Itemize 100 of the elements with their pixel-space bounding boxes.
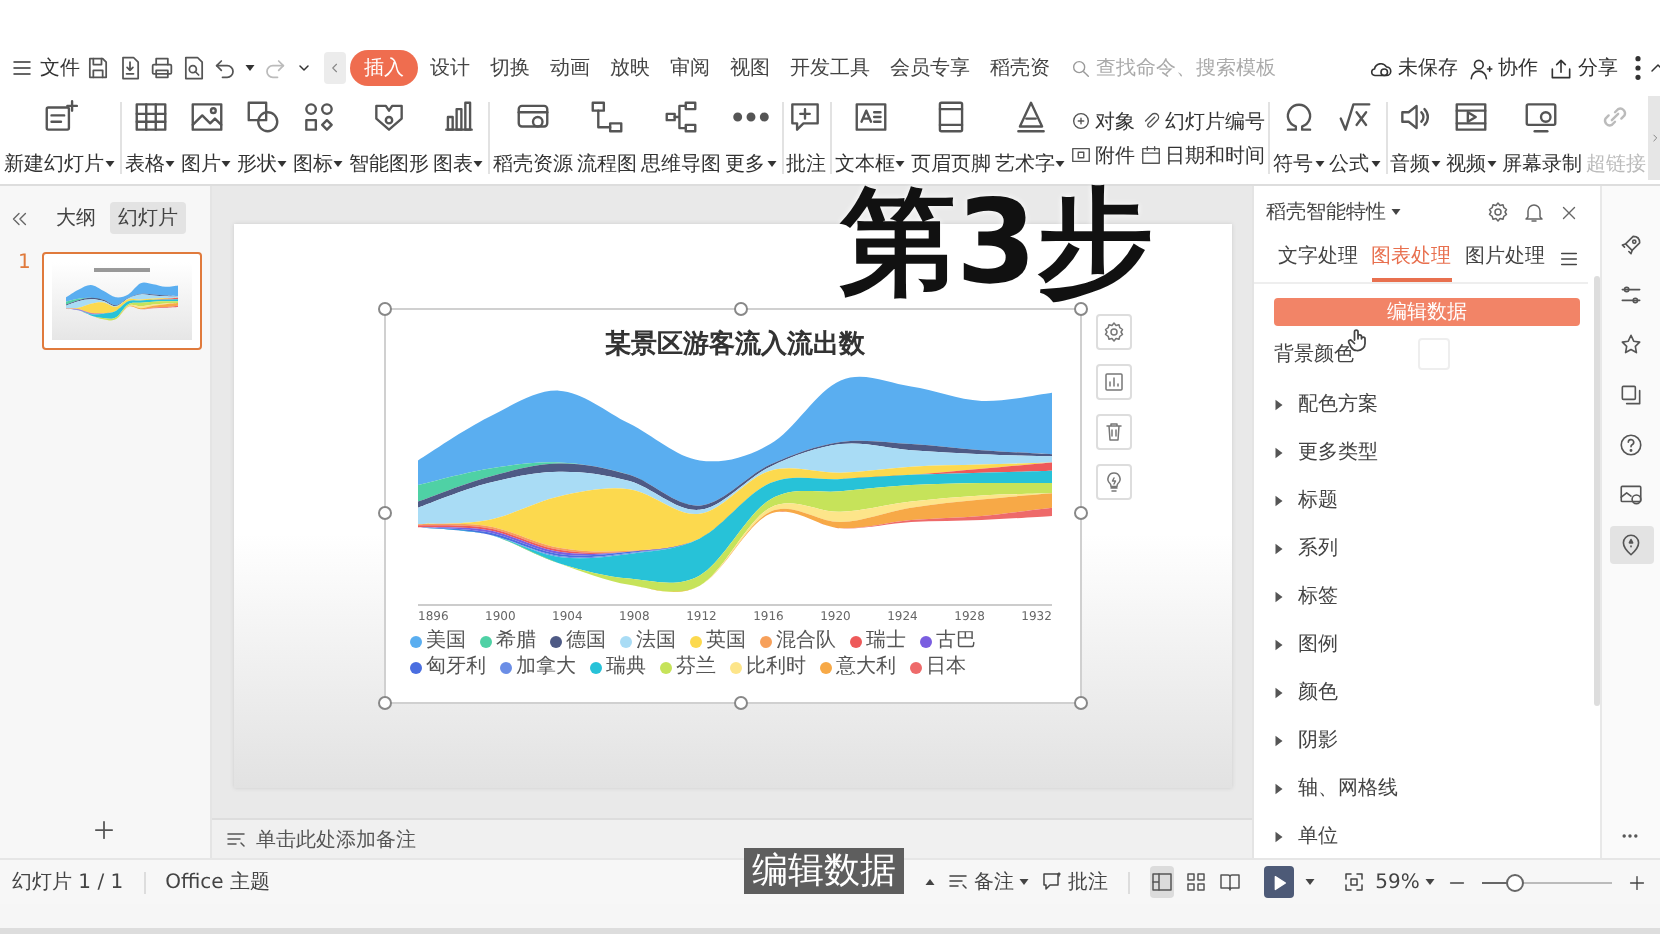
more-vertical-icon[interactable] xyxy=(1634,56,1642,80)
export-pdf-icon[interactable] xyxy=(116,54,144,82)
resize-handle[interactable] xyxy=(1074,302,1088,316)
resize-handle[interactable] xyxy=(1074,506,1088,520)
toolbar-button[interactable]: 表格 xyxy=(122,96,179,180)
add-slide-icon[interactable] xyxy=(90,816,118,844)
person-icon xyxy=(1468,55,1494,81)
object-icon xyxy=(1070,110,1093,132)
play-button[interactable] xyxy=(1264,866,1294,898)
ribbon-tab[interactable]: 设计 xyxy=(422,50,478,86)
toolbar-button[interactable]: 批注 xyxy=(783,96,828,180)
toolbar-button[interactable]: 图片 xyxy=(178,96,235,180)
collapse-panel-icon[interactable] xyxy=(8,207,30,229)
toolbar-button[interactable]: 新建幻灯片 xyxy=(2,96,118,180)
toolbar-button[interactable]: 未保存 xyxy=(1368,54,1458,82)
trash-icon xyxy=(1102,420,1126,444)
toolbar-button[interactable]: 页眉页脚 xyxy=(908,96,993,180)
ribbon-tab[interactable]: 稻壳资 xyxy=(982,50,1058,86)
save-icon[interactable] xyxy=(84,54,112,82)
slide-thumbnail[interactable] xyxy=(42,252,202,350)
panel-tab[interactable]: 文字处理 xyxy=(1278,236,1358,282)
collapsible-section[interactable]: 轴、网格线 xyxy=(1272,764,1588,812)
toolbar-button[interactable]: 形状 xyxy=(234,96,291,180)
toolbar-button[interactable]: 屏幕录制 xyxy=(1499,96,1584,180)
caret-icon xyxy=(104,158,116,170)
comments-button[interactable]: 批注 xyxy=(1040,868,1108,896)
toolbar-button[interactable]: 图标 xyxy=(290,96,347,180)
resize-handle[interactable] xyxy=(733,302,747,316)
toolbar-button[interactable]: 幻灯片编号 xyxy=(1140,107,1265,135)
undo-icon[interactable] xyxy=(212,54,240,82)
toolbar-button[interactable]: 视频 xyxy=(1443,96,1500,180)
ribbon-tab[interactable]: 审阅 xyxy=(662,50,718,86)
toolbar-button[interactable]: 分享 xyxy=(1548,54,1618,82)
legend-label: 希腊 xyxy=(496,630,536,654)
caret-up-icon[interactable] xyxy=(924,876,936,888)
toolbar-button[interactable]: 更多 xyxy=(723,96,780,180)
toolbar-button[interactable]: 协作 xyxy=(1468,54,1538,82)
view-button[interactable] xyxy=(1150,866,1174,898)
ribbon-tab[interactable]: 切换 xyxy=(482,50,538,86)
print-preview-icon[interactable] xyxy=(180,54,208,82)
bell-icon[interactable] xyxy=(1522,200,1546,224)
ribbon-tab[interactable]: 放映 xyxy=(602,50,658,86)
toolbar-button[interactable]: 附件 xyxy=(1070,141,1135,169)
toolbar-button[interactable]: 图表 xyxy=(430,96,487,180)
toolbar-button[interactable]: 日期和时间 xyxy=(1140,141,1265,169)
chart-tool-button[interactable] xyxy=(1096,464,1132,500)
calendar-icon xyxy=(1140,144,1163,166)
collapsible-section[interactable]: 系列 xyxy=(1272,524,1588,572)
file-menu-button[interactable]: 文件 xyxy=(10,54,80,82)
zoom-level-dropdown[interactable]: 59% xyxy=(1375,871,1436,893)
collapsible-section[interactable]: 标签 xyxy=(1272,572,1588,620)
collapsible-section[interactable]: 图例 xyxy=(1272,620,1588,668)
notes-button[interactable]: 备注 xyxy=(946,868,1030,896)
resize-handle[interactable] xyxy=(378,302,392,316)
search-field[interactable]: 查找命令、搜索模板 xyxy=(1070,57,1278,79)
panel-tab[interactable]: 图片处理 xyxy=(1464,236,1545,282)
close-icon[interactable] xyxy=(1558,201,1580,223)
ribbon-tab[interactable]: 开发工具 xyxy=(782,50,878,86)
panel-title-dropdown[interactable]: 稻壳智能特性 xyxy=(1266,198,1474,226)
toolbar-button[interactable]: 思维导图 xyxy=(639,96,724,180)
fit-screen-icon[interactable] xyxy=(1341,870,1366,894)
toolbar-button[interactable]: 稻壳资源 xyxy=(491,96,576,180)
toolbar-button[interactable]: 文本框 xyxy=(832,96,909,180)
legend-label: 日本 xyxy=(926,656,966,680)
collapsible-section[interactable]: 标题 xyxy=(1272,476,1588,524)
legend-label: 古巴 xyxy=(936,630,976,654)
caret-icon xyxy=(164,158,177,170)
resize-handle[interactable] xyxy=(1074,696,1088,710)
toolbar-button[interactable]: 符号 xyxy=(1271,96,1328,180)
settings-icon[interactable] xyxy=(1486,200,1510,224)
panel-tab[interactable]: 大纲 xyxy=(48,202,104,234)
toolbar-button[interactable]: 流程图 xyxy=(575,96,640,180)
slider-thumb[interactable] xyxy=(1506,873,1525,891)
ribbon-tab[interactable]: 动画 xyxy=(542,50,598,86)
ribbon-tab[interactable]: 会员专享 xyxy=(882,50,978,86)
toolbar-button[interactable]: 智能图形 xyxy=(346,96,431,180)
toolbar-button[interactable]: 对象 xyxy=(1070,107,1135,135)
resize-handle[interactable] xyxy=(378,506,392,520)
chart-tool-button[interactable] xyxy=(1096,314,1132,350)
sidebar-tool-button[interactable] xyxy=(1609,526,1653,564)
legend-label: 芬兰 xyxy=(676,656,716,680)
collapsible-section[interactable]: 颜色 xyxy=(1272,668,1588,716)
caret-icon xyxy=(472,158,485,170)
collapsible-section[interactable]: 配色方案 xyxy=(1272,380,1588,428)
caret-icon xyxy=(1054,158,1067,170)
ribbon-tab[interactable]: 视图 xyxy=(722,50,778,86)
panel-tab[interactable]: 幻灯片 xyxy=(110,202,186,234)
chart-tool-button[interactable] xyxy=(1096,364,1132,400)
menu-icon[interactable] xyxy=(1557,248,1580,270)
caret-icon xyxy=(1485,158,1498,170)
toolbar-button[interactable]: 音频 xyxy=(1387,96,1444,180)
collapsible-section[interactable]: 阴影 xyxy=(1272,716,1588,764)
toolbar-button[interactable]: 公式 xyxy=(1327,96,1384,180)
print-icon[interactable] xyxy=(148,54,176,82)
resize-handle[interactable] xyxy=(378,696,392,710)
collapsible-section[interactable]: 更多类型 xyxy=(1272,428,1588,476)
zoom-in-icon[interactable] xyxy=(1626,871,1648,893)
chart-tool-button[interactable] xyxy=(1096,414,1132,450)
resize-handle[interactable] xyxy=(733,696,747,710)
toolbar-button[interactable]: 艺术字 xyxy=(992,96,1069,180)
